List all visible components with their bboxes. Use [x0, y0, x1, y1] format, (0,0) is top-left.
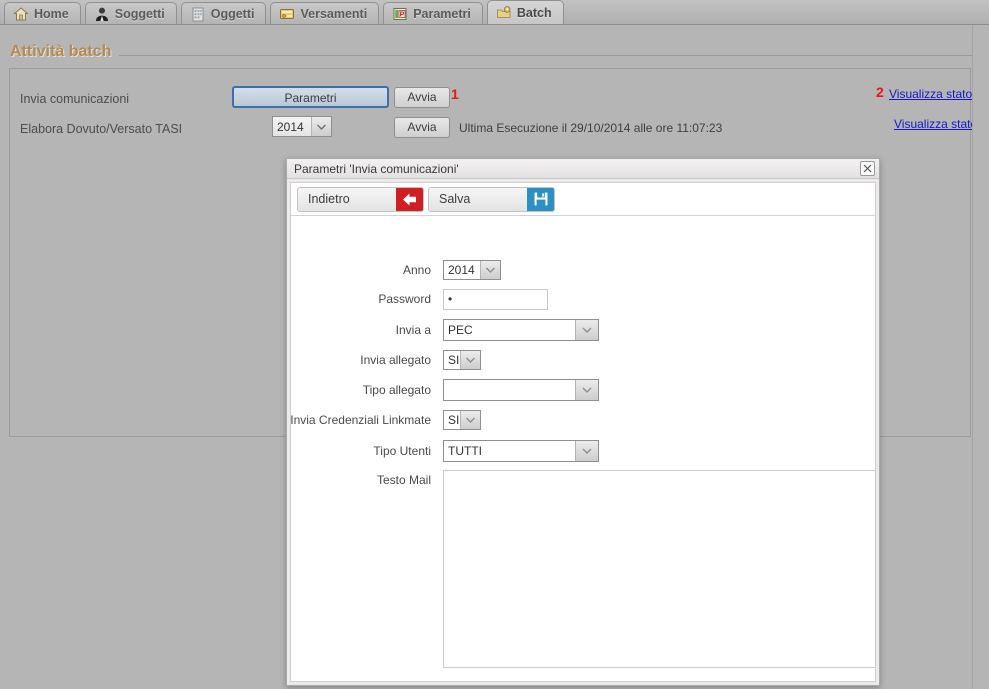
tab-label-batch: Batch	[516, 5, 552, 20]
field-row-password: Password •	[291, 289, 875, 311]
marker-1: 1	[451, 86, 459, 102]
tab-batch[interactable]: Batch	[486, 0, 564, 24]
batch-row-elabora-tasi: Elabora Dovuto/Versato TASI 2014 Avvia U…	[10, 116, 977, 145]
chevron-down-icon	[575, 320, 598, 340]
avvia-button-elabora-tasi[interactable]: Avvia	[394, 117, 450, 138]
label-testo-mail: Testo Mail	[376, 473, 431, 487]
parametri-dialog: Parametri 'Invia comunicazioni' Indietro…	[286, 158, 880, 686]
tipo-allegato-select-value	[444, 380, 575, 400]
password-field[interactable]: •	[443, 289, 548, 310]
year-select-value: 2014	[277, 119, 304, 134]
batch-row-invia-comunicazioni: Invia comunicazioni Parametri Avvia 1 2 …	[10, 84, 972, 115]
tab-soggetti[interactable]: Soggetti	[84, 2, 177, 24]
tab-label-soggetti: Soggetti	[114, 6, 165, 21]
home-icon	[13, 6, 29, 22]
label-invia-allegato: Invia allegato	[360, 353, 431, 367]
floppy-disk-icon	[527, 187, 554, 211]
dialog-toolbar: Indietro Salva	[291, 183, 875, 216]
chevron-down-icon	[311, 117, 331, 136]
dialog-titlebar: Parametri 'Invia comunicazioni'	[287, 159, 879, 179]
chevron-down-icon	[460, 411, 480, 429]
tab-label-versamenti: Versamenti	[300, 6, 368, 21]
anno-select[interactable]: 2014	[443, 260, 501, 280]
credenziali-linkmate-select-value: SI	[448, 413, 460, 427]
svg-text:P: P	[400, 11, 405, 18]
year-select-tasi[interactable]: 2014	[272, 116, 332, 137]
invia-a-select[interactable]: PEC	[443, 319, 599, 341]
label-anno: Anno	[402, 263, 431, 277]
payment-icon	[279, 6, 295, 22]
marker-2: 2	[876, 84, 884, 100]
dialog-title: Parametri 'Invia comunicazioni'	[294, 161, 459, 176]
salva-label: Salva	[439, 191, 471, 206]
tipo-utenti-select-value: TUTTI	[448, 444, 482, 458]
field-row-invia-allegato: Invia allegato SI	[291, 350, 875, 372]
tipo-allegato-select[interactable]	[443, 379, 599, 401]
label-tipo-allegato: Tipo allegato	[362, 383, 431, 397]
label-password: Password	[378, 292, 431, 306]
last-run-text: Ultima Esecuzione il 29/10/2014 alle ore…	[459, 121, 723, 135]
batch-gear-icon	[496, 5, 512, 21]
invia-allegato-select-value: SI	[448, 353, 460, 367]
field-row-anno: Anno 2014	[291, 260, 875, 282]
dialog-body: Indietro Salva Anno 2014 Password • Invi…	[290, 182, 876, 682]
anno-select-value: 2014	[448, 263, 475, 277]
chevron-down-icon	[575, 380, 598, 400]
chevron-down-icon	[575, 441, 598, 461]
credenziali-linkmate-select[interactable]: SI	[443, 410, 481, 430]
page-title-row: Attività batch	[0, 40, 989, 64]
building-icon	[190, 6, 206, 22]
chevron-down-icon	[460, 351, 480, 369]
visualizza-stato-link-1[interactable]: Visualizza stato	[889, 87, 972, 101]
label-credenziali-linkmate: Invia Credenziali Linkmate	[290, 413, 431, 427]
parametri-form: Anno 2014 Password • Invia a PEC Invia a…	[290, 216, 876, 681]
avvia-button-invia-comunicazioni[interactable]: Avvia	[394, 87, 450, 108]
chevron-down-icon	[480, 261, 500, 279]
indietro-label: Indietro	[308, 191, 350, 206]
label-invia-a: Invia a	[395, 323, 431, 337]
tipo-utenti-select[interactable]: TUTTI	[443, 440, 599, 462]
testo-mail-textarea[interactable]	[443, 470, 876, 668]
row-label-invia-comunicazioni: Invia comunicazioni	[20, 92, 130, 106]
title-divider	[119, 54, 975, 56]
tab-parametri[interactable]: P Parametri	[383, 2, 483, 24]
invia-allegato-select[interactable]: SI	[443, 350, 481, 370]
tab-label-home: Home	[34, 6, 69, 21]
field-row-invia-a: Invia a PEC	[291, 319, 875, 343]
salva-button[interactable]: Salva	[428, 186, 555, 212]
tab-oggetti[interactable]: Oggetti	[180, 2, 267, 24]
page-title: Attività batch	[10, 43, 112, 60]
tab-label-oggetti: Oggetti	[210, 6, 255, 21]
field-row-tipo-utenti: Tipo Utenti TUTTI	[291, 440, 875, 464]
main-tab-bar: Home Soggetti Oggetti Versamenti P Param…	[0, 0, 989, 25]
field-row-credenziali-linkmate: Invia Credenziali Linkmate SI	[290, 410, 875, 432]
close-icon[interactable]	[860, 161, 875, 176]
label-tipo-utenti: Tipo Utenti	[373, 444, 431, 458]
invia-a-select-value: PEC	[448, 323, 473, 337]
left-arrow-icon	[396, 187, 423, 211]
row-label-elabora-tasi: Elabora Dovuto/Versato TASI	[20, 122, 183, 136]
visualizza-stato-link-2[interactable]: Visualizza stato	[894, 117, 977, 131]
tab-label-parametri: Parametri	[413, 6, 471, 21]
parameters-icon: P	[392, 6, 408, 22]
field-row-tipo-allegato: Tipo allegato	[291, 379, 875, 403]
page-scrollbar[interactable]	[972, 25, 989, 689]
person-icon	[94, 6, 110, 22]
parametri-button[interactable]: Parametri	[232, 86, 389, 108]
indietro-button[interactable]: Indietro	[297, 186, 424, 212]
field-row-testo-mail: Testo Mail	[291, 470, 876, 670]
tab-versamenti[interactable]: Versamenti	[270, 2, 380, 24]
tab-home[interactable]: Home	[4, 2, 81, 24]
